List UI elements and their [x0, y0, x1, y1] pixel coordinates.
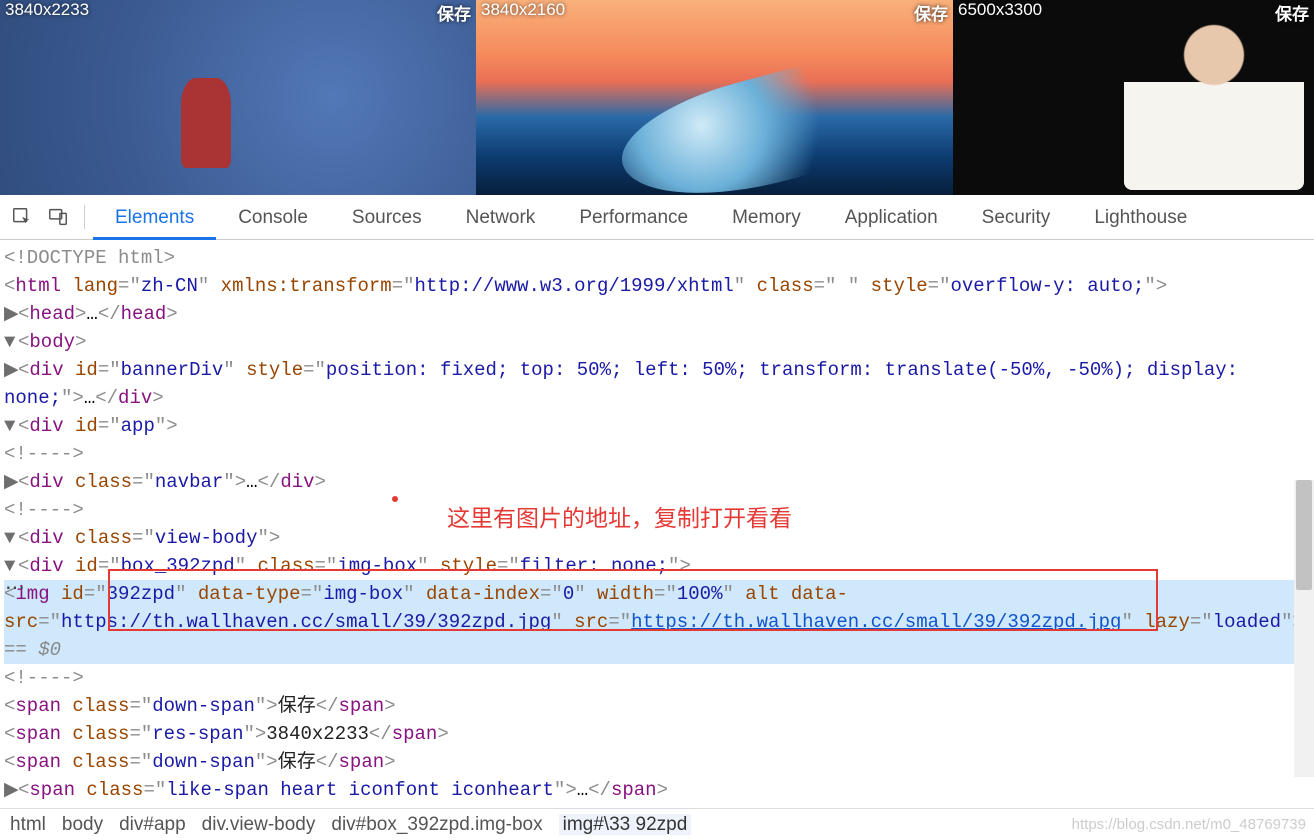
elements-tree[interactable]: ⋯ <!DOCTYPE html> <html lang="zh-CN" xml…	[0, 240, 1314, 808]
resolution-badge: 3840x2160	[481, 0, 565, 20]
scrollbar-thumb[interactable]	[1296, 480, 1312, 590]
selected-dom-node: <img id="392zpd" data-type="img-box" dat…	[4, 580, 1314, 664]
devtools-tabbar: ElementsConsoleSourcesNetworkPerformance…	[0, 195, 1314, 240]
tab-elements[interactable]: Elements	[93, 195, 216, 240]
tab-console[interactable]: Console	[216, 195, 330, 240]
breadcrumb-item[interactable]: img#\33 92zpd	[559, 814, 692, 835]
save-button[interactable]: 保存	[914, 0, 948, 25]
devtools-tabs: ElementsConsoleSourcesNetworkPerformance…	[93, 195, 1209, 240]
thumbnail-3[interactable]: 6500x3300 保存	[953, 0, 1314, 195]
device-toggle-icon[interactable]	[40, 199, 76, 235]
tab-network[interactable]: Network	[444, 195, 558, 240]
tab-sources[interactable]: Sources	[330, 195, 444, 240]
tab-performance[interactable]: Performance	[557, 195, 710, 240]
annotation-dot	[392, 496, 398, 502]
thumbnail-strip: 3840x2233 保存 3840x2160 保存 6500x3300 保存	[0, 0, 1314, 195]
breadcrumb-item[interactable]: div#app	[119, 814, 186, 835]
tab-lighthouse[interactable]: Lighthouse	[1072, 195, 1209, 240]
thumbnail-1[interactable]: 3840x2233 保存	[0, 0, 476, 195]
save-button[interactable]: 保存	[1275, 0, 1309, 25]
resolution-badge: 6500x3300	[958, 0, 1042, 20]
annotation-text: 这里有图片的地址，复制打开看看	[447, 504, 792, 532]
separator	[84, 205, 85, 229]
tab-memory[interactable]: Memory	[710, 195, 823, 240]
resolution-badge: 3840x2233	[5, 0, 89, 20]
save-button[interactable]: 保存	[437, 0, 471, 25]
breadcrumb-item[interactable]: html	[10, 814, 46, 835]
tab-application[interactable]: Application	[823, 195, 960, 240]
tab-security[interactable]: Security	[960, 195, 1073, 240]
thumbnail-2[interactable]: 3840x2160 保存	[476, 0, 953, 195]
watermark: https://blog.csdn.net/m0_48769739	[1072, 816, 1306, 833]
breadcrumb-item[interactable]: div#box_392zpd.img-box	[331, 814, 542, 835]
inspect-icon[interactable]	[4, 199, 40, 235]
breadcrumb-item[interactable]: div.view-body	[202, 814, 316, 835]
breadcrumb-item[interactable]: body	[62, 814, 103, 835]
scrollbar-vertical[interactable]	[1294, 480, 1314, 777]
gutter-dots-icon[interactable]: ⋯	[0, 576, 30, 604]
